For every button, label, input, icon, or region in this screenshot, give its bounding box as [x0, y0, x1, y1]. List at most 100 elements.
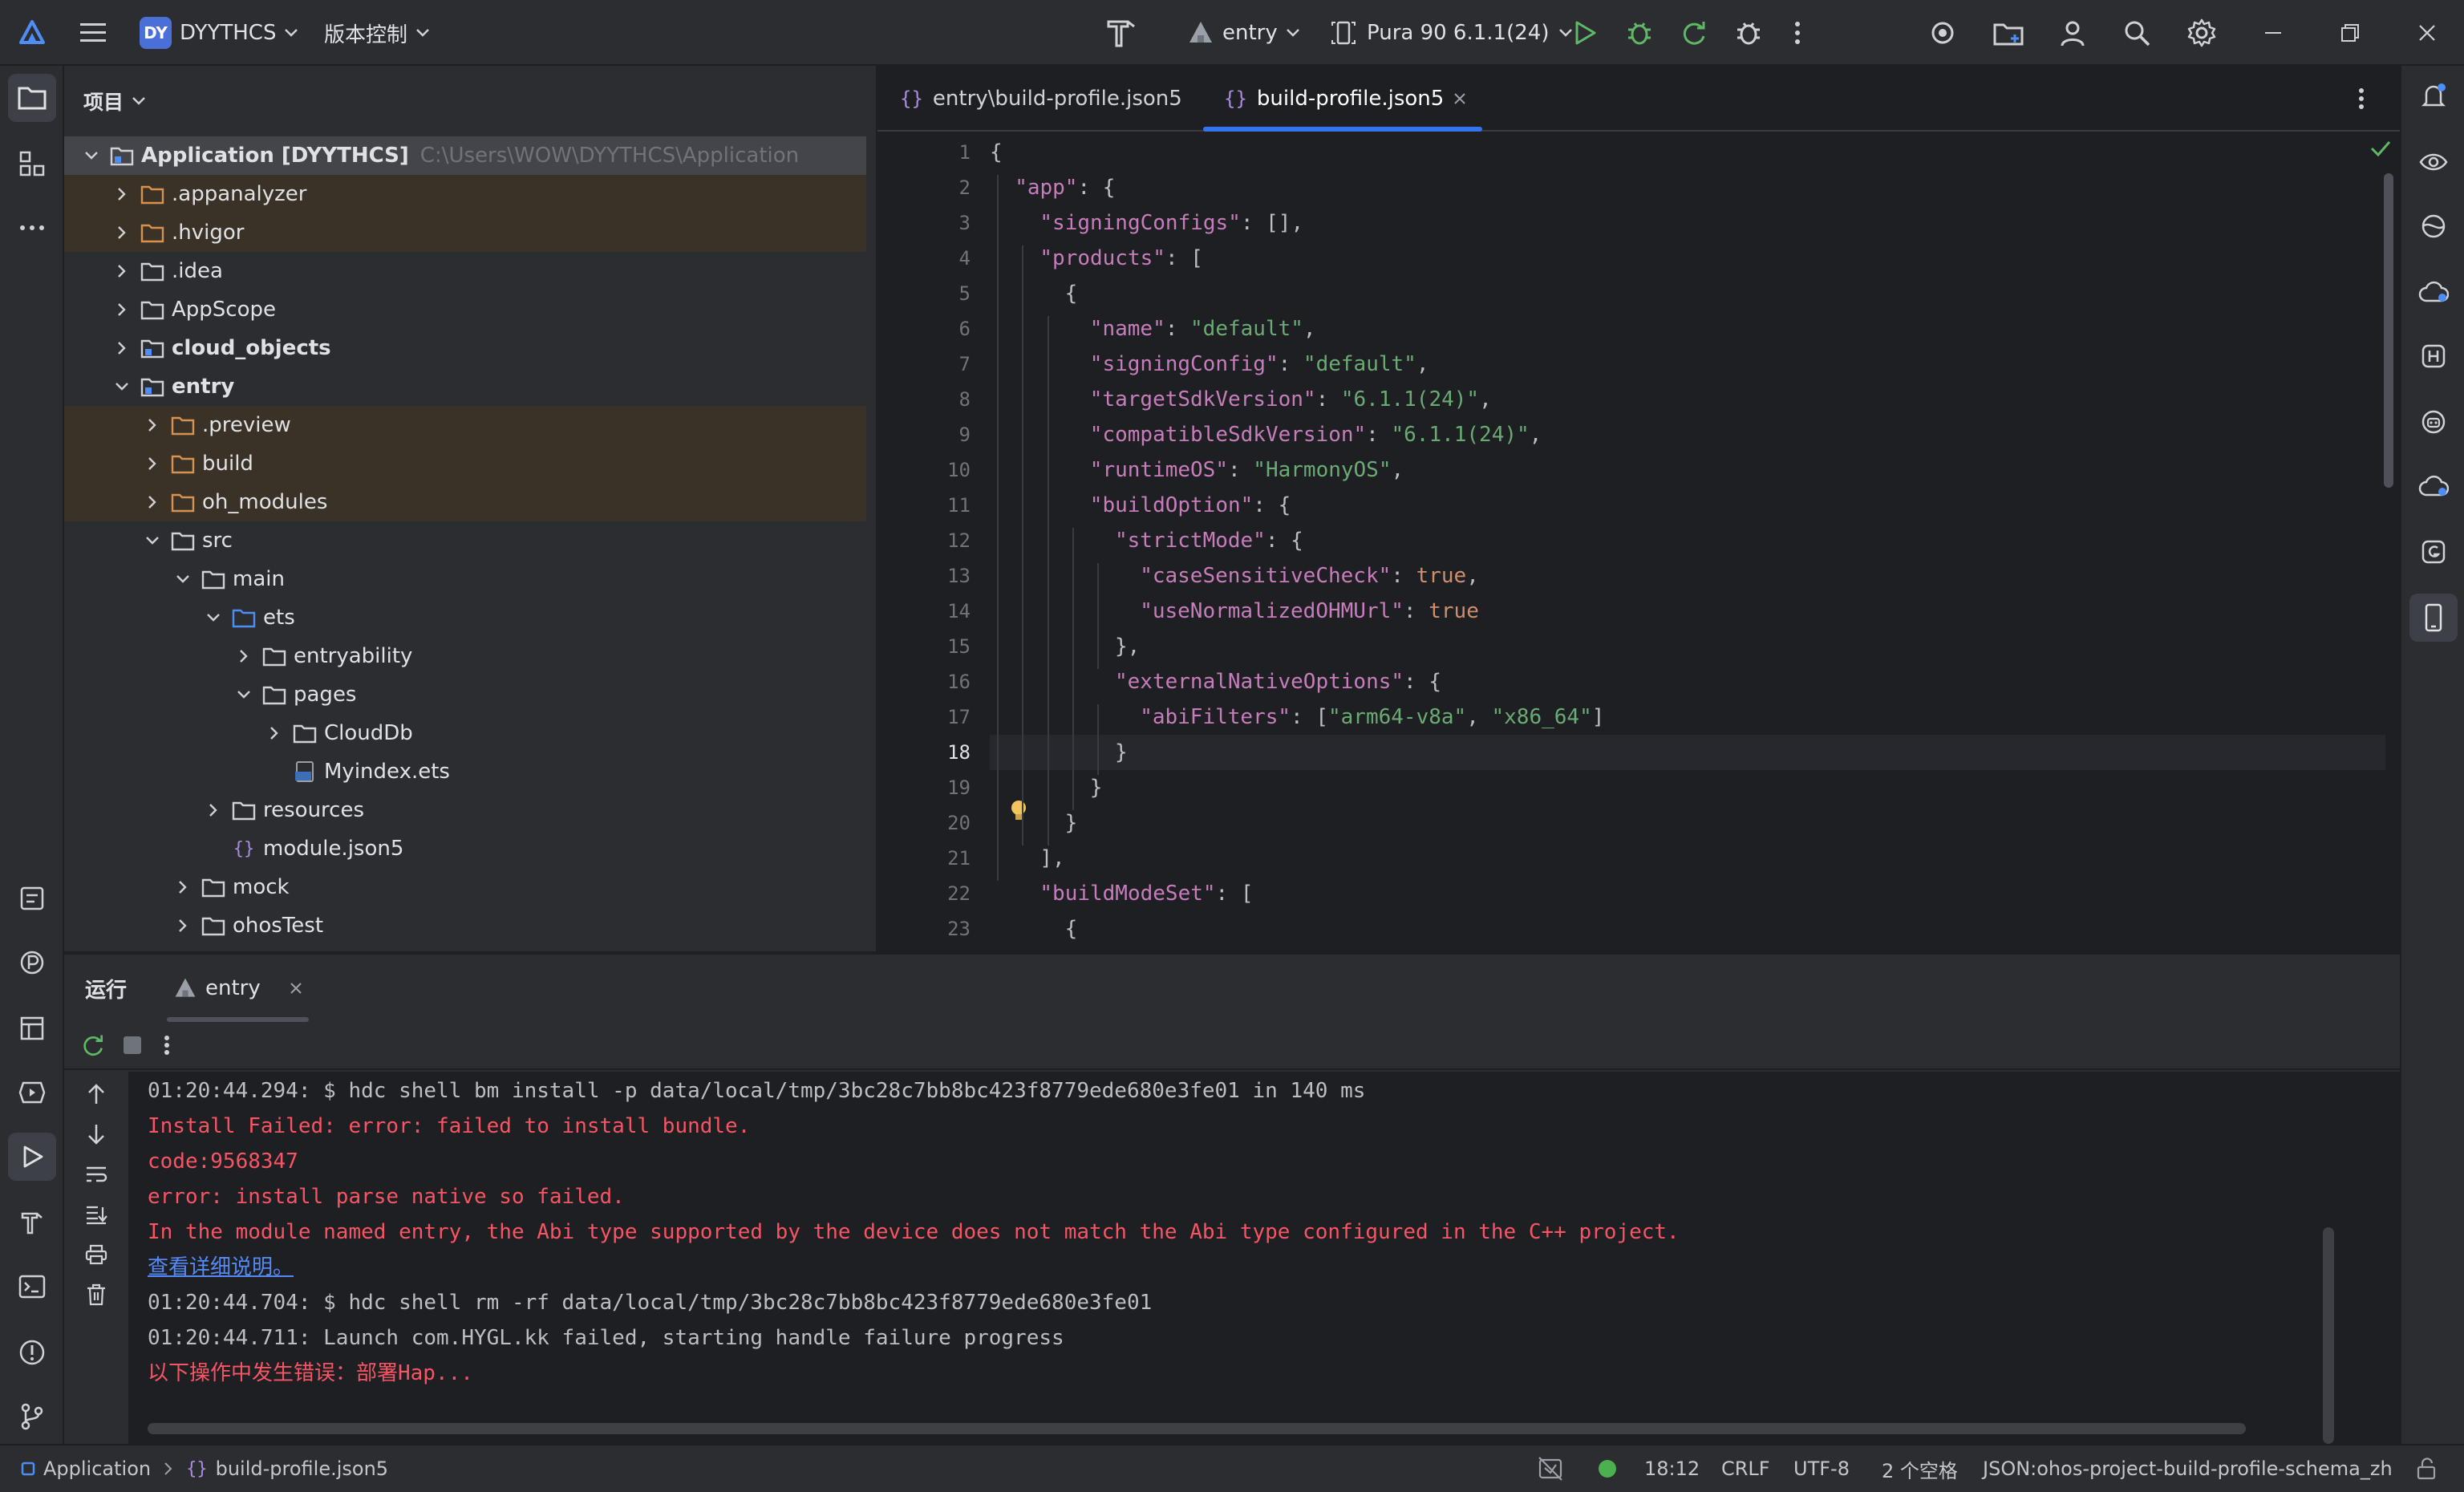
more-actions-icon[interactable] [164, 1035, 170, 1056]
profiler-icon[interactable] [8, 939, 56, 987]
run-button[interactable] [1570, 0, 1598, 66]
tree-item[interactable]: ets [64, 598, 866, 637]
tree-item[interactable]: entryability [64, 637, 866, 675]
project-switcher[interactable]: DY DYYTHCS [140, 0, 298, 66]
tree-item[interactable]: mock [64, 868, 866, 906]
tree-item[interactable]: resources [64, 791, 866, 829]
more-tools-icon[interactable] [8, 204, 56, 252]
chevron-right-icon[interactable] [233, 645, 255, 667]
rerun-icon[interactable] [80, 1032, 106, 1058]
close-tab-icon[interactable] [290, 982, 302, 995]
device-manager-icon[interactable] [1928, 0, 1957, 66]
chevron-right-icon[interactable] [141, 452, 164, 475]
tree-item[interactable]: ohosTest [64, 906, 866, 945]
project-view-folder-icon[interactable] [8, 74, 56, 122]
chevron-right-icon[interactable] [111, 260, 133, 282]
console-vertical-scrollbar[interactable] [2323, 1227, 2334, 1444]
terminal-icon[interactable] [8, 1263, 56, 1311]
scroll-down-arrow-icon[interactable] [83, 1121, 109, 1147]
run-tab-entry[interactable]: entry [167, 955, 309, 1022]
cloud-settings-icon[interactable] [2409, 462, 2458, 510]
codegenie-g-icon[interactable] [2409, 528, 2458, 576]
hvigor-h-icon[interactable] [2409, 332, 2458, 380]
indent-setting[interactable]: 2 个空格 [1882, 1445, 1958, 1492]
previewer-eye-icon[interactable] [2409, 138, 2458, 186]
run-config-selector[interactable]: entry [1187, 0, 1300, 66]
tree-item[interactable]: entry [64, 367, 866, 406]
chevron-right-icon[interactable] [202, 799, 225, 821]
cloud-icon[interactable] [2409, 268, 2458, 316]
breadcrumb-file[interactable]: build-profile.json5 [216, 1458, 388, 1480]
chevron-right-icon[interactable] [111, 337, 133, 359]
soft-wrap-icon[interactable] [83, 1162, 109, 1187]
close-window-icon[interactable] [2417, 0, 2437, 66]
chevron-down-icon[interactable] [202, 606, 225, 629]
search-icon[interactable] [2122, 0, 2151, 66]
run-console-output[interactable]: 01:20:44.294: $ hdc shell bm install -p … [128, 1072, 2400, 1445]
tab-actions-icon[interactable] [2358, 66, 2365, 132]
clear-trash-icon[interactable] [83, 1282, 109, 1308]
tree-item[interactable]: Myindex.ets [64, 752, 866, 791]
chevron-down-icon[interactable] [233, 683, 255, 706]
run-tool-icon[interactable] [8, 1133, 56, 1181]
settings-gear-icon[interactable] [2186, 0, 2217, 66]
tree-item[interactable]: .hvigor [64, 213, 866, 252]
build-hammer-icon[interactable] [1104, 0, 1139, 66]
tree-item[interactable]: cloud_objects [64, 329, 866, 367]
tree-item[interactable]: build [64, 444, 866, 483]
debug-bug-icon[interactable] [1625, 0, 1654, 66]
chevron-right-icon[interactable] [141, 414, 164, 436]
scroll-to-end-icon[interactable] [83, 1202, 109, 1227]
vcs-menu[interactable]: 版本控制 [324, 0, 430, 66]
close-tab-icon[interactable] [1453, 92, 1466, 105]
editor-scrollbar[interactable] [2384, 173, 2393, 488]
chevron-down-icon[interactable] [172, 568, 194, 590]
account-icon[interactable] [2058, 0, 2087, 66]
assistant-robot-icon[interactable] [2409, 398, 2458, 446]
open-folder-icon[interactable] [1992, 0, 2024, 66]
services-icon[interactable] [8, 1068, 56, 1117]
chevron-right-icon[interactable] [111, 183, 133, 205]
chevron-right-icon[interactable] [172, 876, 194, 898]
status-indicator-dot[interactable] [1598, 1445, 1617, 1492]
chevron-down-icon[interactable] [111, 375, 133, 398]
tree-item[interactable]: main [64, 560, 866, 598]
app-analyzer-icon[interactable] [2409, 202, 2458, 250]
tree-item[interactable]: .preview [64, 406, 866, 444]
tree-item[interactable]: .idea [64, 252, 866, 290]
chevron-right-icon[interactable] [111, 221, 133, 244]
details-link[interactable]: 查看详细说明。 [148, 1250, 294, 1285]
version-control-icon[interactable] [8, 1393, 56, 1441]
tree-item[interactable]: src [64, 521, 866, 560]
chevron-down-icon[interactable] [80, 144, 103, 167]
line-ending[interactable]: CRLF [1721, 1445, 1770, 1492]
file-encoding[interactable]: UTF-8 [1793, 1445, 1850, 1492]
cursor-position[interactable]: 18:12 [1644, 1445, 1700, 1492]
tree-item[interactable]: CloudDb [64, 714, 866, 752]
stop-icon[interactable] [122, 1035, 143, 1056]
chevron-right-icon[interactable] [172, 914, 194, 937]
tree-item[interactable]: .appanalyzer [64, 175, 866, 213]
code-editor[interactable]: {"app": {"signingConfigs": [], "products"… [990, 133, 2385, 951]
scroll-up-arrow-icon[interactable] [83, 1081, 109, 1107]
minimize-window-icon[interactable] [2263, 0, 2283, 66]
layout-inspector-icon[interactable] [8, 1004, 56, 1052]
tree-item[interactable]: Application [DYYTHCS] C:\Users\WOW\DYYTHC… [64, 136, 866, 175]
chevron-right-icon[interactable] [141, 491, 164, 513]
console-horizontal-scrollbar[interactable] [148, 1423, 2246, 1434]
todo-icon[interactable] [8, 874, 56, 922]
readonly-lock-icon[interactable] [2416, 1445, 2437, 1492]
tree-item[interactable]: pages [64, 675, 866, 714]
tab-build-profile[interactable]: {} build-profile.json5 [1203, 66, 1483, 132]
tree-item[interactable]: AppScope [64, 290, 866, 329]
restore-window-icon[interactable] [2340, 0, 2360, 66]
build-tool-hammer-icon[interactable] [8, 1198, 56, 1247]
chevron-down-icon[interactable] [141, 529, 164, 552]
project-view-header[interactable]: 项目 [83, 85, 146, 117]
structure-icon[interactable] [8, 140, 56, 188]
device-preview-phone-icon[interactable] [2409, 594, 2458, 642]
tree-item[interactable]: {} module.json5 [64, 829, 866, 868]
tree-item[interactable]: oh_modules [64, 483, 866, 521]
device-selector[interactable]: Pura 90 6.1.1(24) [1330, 0, 1573, 66]
json-schema[interactable]: JSON:ohos-project-build-profile-schema_z… [1983, 1445, 2393, 1492]
